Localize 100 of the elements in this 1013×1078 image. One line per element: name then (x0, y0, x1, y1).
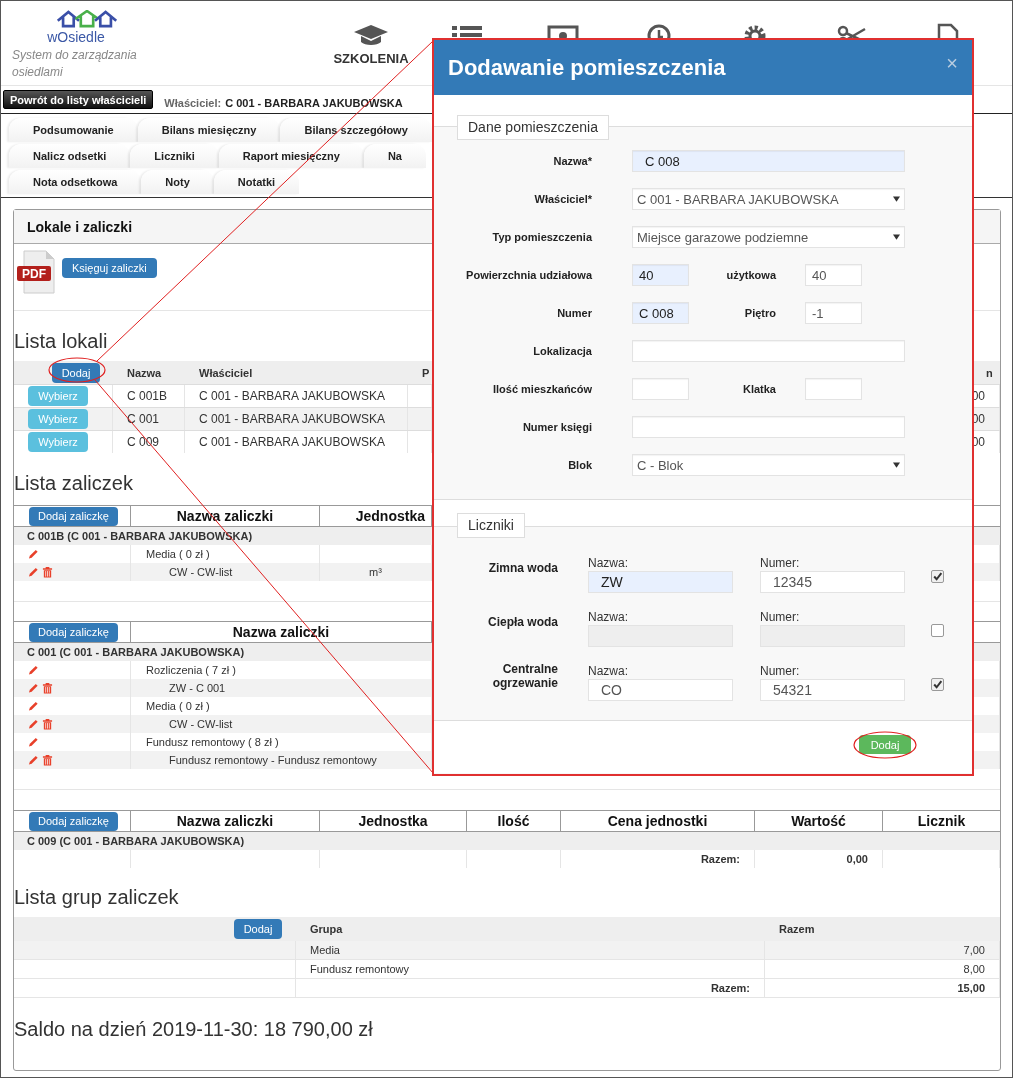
field-label: Ilość mieszkańców (491, 383, 592, 395)
total-value: 0,00 (846, 853, 868, 865)
column-header: Cena jednostki (607, 813, 708, 829)
text-field[interactable] (632, 378, 689, 400)
trash-icon[interactable] (42, 566, 53, 578)
tab[interactable]: Liczniki (130, 144, 219, 168)
trash-icon[interactable] (42, 682, 53, 694)
table-cell: 7,00 (963, 944, 985, 956)
checkbox[interactable] (931, 569, 944, 583)
text-field[interactable]: C 008 (632, 302, 689, 324)
field-label: Piętro (743, 307, 776, 319)
text-field[interactable]: 40 (805, 264, 862, 286)
column-header: Wartość (791, 813, 846, 829)
field-label: Numer księgi (521, 421, 592, 433)
table-cell: ZW - C 001 (169, 682, 226, 694)
text-field[interactable] (632, 340, 905, 362)
tab[interactable]: Nota odsetkowa (9, 170, 142, 194)
dropdown[interactable]: C - Blok (632, 454, 905, 476)
group-title: C 009 (C 001 - BARBARA JAKUBOWSKA) (27, 835, 245, 847)
column-header: Właściciel (199, 366, 253, 379)
field-label: Nazwa: (588, 555, 629, 571)
table-cell: C 001 - BARBARA JAKUBOWSKA (199, 412, 386, 426)
nav-link[interactable]: SZKOLENIA (333, 51, 409, 66)
column-header: Nazwa (127, 366, 162, 379)
pencil-icon[interactable] (28, 548, 39, 560)
section-title: Lista grup zaliczek (14, 885, 179, 910)
column-header: Jednostka (355, 508, 425, 524)
column-header: Licznik (917, 813, 966, 829)
add-button[interactable]: Dodaj (234, 919, 282, 939)
graduation-cap-icon[interactable] (353, 23, 389, 47)
pencil-icon[interactable] (28, 736, 39, 748)
pencil-icon[interactable] (28, 566, 39, 578)
text-field[interactable]: -1 (805, 302, 862, 324)
pencil-icon[interactable] (28, 682, 39, 694)
tab[interactable]: Podsumowanie (9, 118, 138, 142)
total-value: 15,00 (957, 982, 985, 994)
add-advance-button[interactable]: Dodaj zaliczkę (29, 811, 118, 831)
column-header: Grupa (310, 923, 343, 935)
table-cell: m³ (369, 566, 382, 578)
dropdown[interactable]: C 001 - BARBARA JAKUBOWSKA (632, 188, 905, 210)
field-label: Nazwa* (552, 155, 592, 167)
text-field[interactable]: 12345 (760, 570, 905, 593)
panel-title: Lokale i zaliczki (27, 218, 133, 235)
post-advances-button[interactable]: Księguj zaliczki (62, 258, 157, 278)
pencil-icon[interactable] (28, 718, 39, 730)
text-field[interactable] (805, 378, 862, 400)
dialog-title: Dodawanie pomieszczenia (448, 54, 726, 81)
table-cell: Media (310, 944, 340, 956)
logo-text: wOsiedle (46, 29, 106, 45)
add-advance-button[interactable]: Dodaj zaliczkę (29, 622, 118, 642)
section-title: Lista zaliczek (14, 471, 133, 496)
column-header: Jednostka (358, 813, 428, 829)
tab[interactable]: Bilans szczegółowy (280, 118, 432, 142)
total-label: Razem: (700, 853, 740, 865)
column-header: Ilość (497, 813, 530, 829)
table-cell: C 001B (127, 389, 168, 403)
tab[interactable]: Noty (141, 170, 214, 194)
pencil-icon[interactable] (28, 664, 39, 676)
table-cell: Fundusz remontowy ( 8 zł ) (146, 736, 279, 748)
table-cell: Fundusz remontowy (310, 963, 410, 975)
highlight-ellipse (853, 731, 917, 759)
field-label: Numer: (760, 609, 801, 625)
section-title: Lista lokali (14, 329, 108, 354)
table-cell: CW - CW-list (169, 566, 233, 578)
table-cell: Media ( 0 zł ) (146, 700, 210, 712)
highlight-ellipse (48, 357, 106, 383)
text-field[interactable]: 40 (632, 264, 689, 286)
column-header: Nazwa zaliczki (232, 624, 330, 640)
fieldset-legend: Liczniki (457, 513, 525, 538)
tab[interactable]: Notatki (213, 170, 300, 194)
pencil-icon[interactable] (28, 700, 39, 712)
text-field[interactable]: C 008 (632, 150, 905, 172)
dropdown[interactable]: Miejsce garazowe podziemne (632, 226, 905, 248)
add-button[interactable]: Dodaj (52, 362, 100, 383)
column-header: P (422, 366, 430, 379)
meter-label: Ciepła woda (487, 615, 558, 629)
tab[interactable]: Na (363, 144, 426, 168)
text-field[interactable] (632, 416, 905, 438)
balance-text: Saldo na dzień 2019-11-30: 18 790,00 zł (14, 1017, 373, 1042)
tab[interactable]: Bilans miesięczny (137, 118, 281, 142)
trash-icon[interactable] (42, 754, 53, 766)
trash-icon[interactable] (42, 718, 53, 730)
text-field[interactable]: ZW (588, 570, 733, 593)
pencil-icon[interactable] (28, 754, 39, 766)
add-advance-button[interactable]: Dodaj zaliczkę (29, 506, 118, 526)
table-cell: CW - CW-list (169, 718, 233, 730)
text-field[interactable]: 54321 (760, 678, 905, 701)
checkbox[interactable] (931, 677, 944, 691)
table-cell: Rozliczenia ( 7 zł ) (146, 664, 236, 676)
back-button[interactable]: Powrót do listy właścicieli (3, 90, 154, 109)
tab[interactable]: Nalicz odsetki (9, 144, 131, 168)
caret-icon (893, 234, 900, 240)
group-title: C 001 (C 001 - BARBARA JAKUBOWSKA) (27, 646, 245, 658)
logo-icon (56, 10, 118, 28)
field-label: użytkowa (725, 269, 776, 281)
text-field[interactable]: CO (588, 678, 733, 701)
field-label: Nazwa: (588, 609, 629, 625)
tagline: System do zarządzania osiedlami (12, 47, 138, 81)
caret-icon (893, 196, 900, 202)
field-label: Blok (567, 459, 592, 471)
